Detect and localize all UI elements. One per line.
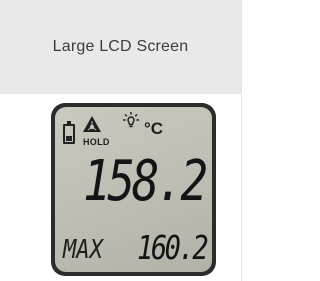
max-label: MAX <box>63 235 103 265</box>
max-value: 160.2 <box>137 228 209 267</box>
hold-indicator: HOLD <box>83 137 110 147</box>
product-feature-card: Large LCD Screen HOLD °C 158.2 MAX 160.2 <box>0 0 242 281</box>
lcd-screen: HOLD °C 158.2 MAX 160.2 <box>55 107 212 272</box>
lcd-display-image: HOLD °C 158.2 MAX 160.2 <box>51 103 216 276</box>
battery-icon <box>63 121 75 144</box>
card-header: Large LCD Screen <box>0 0 241 94</box>
backlight-icon <box>123 112 139 128</box>
temperature-unit: °C <box>144 119 164 138</box>
card-title: Large LCD Screen <box>52 38 189 55</box>
laser-warning-icon <box>83 116 101 132</box>
temperature-reading: 158.2 <box>83 149 208 214</box>
